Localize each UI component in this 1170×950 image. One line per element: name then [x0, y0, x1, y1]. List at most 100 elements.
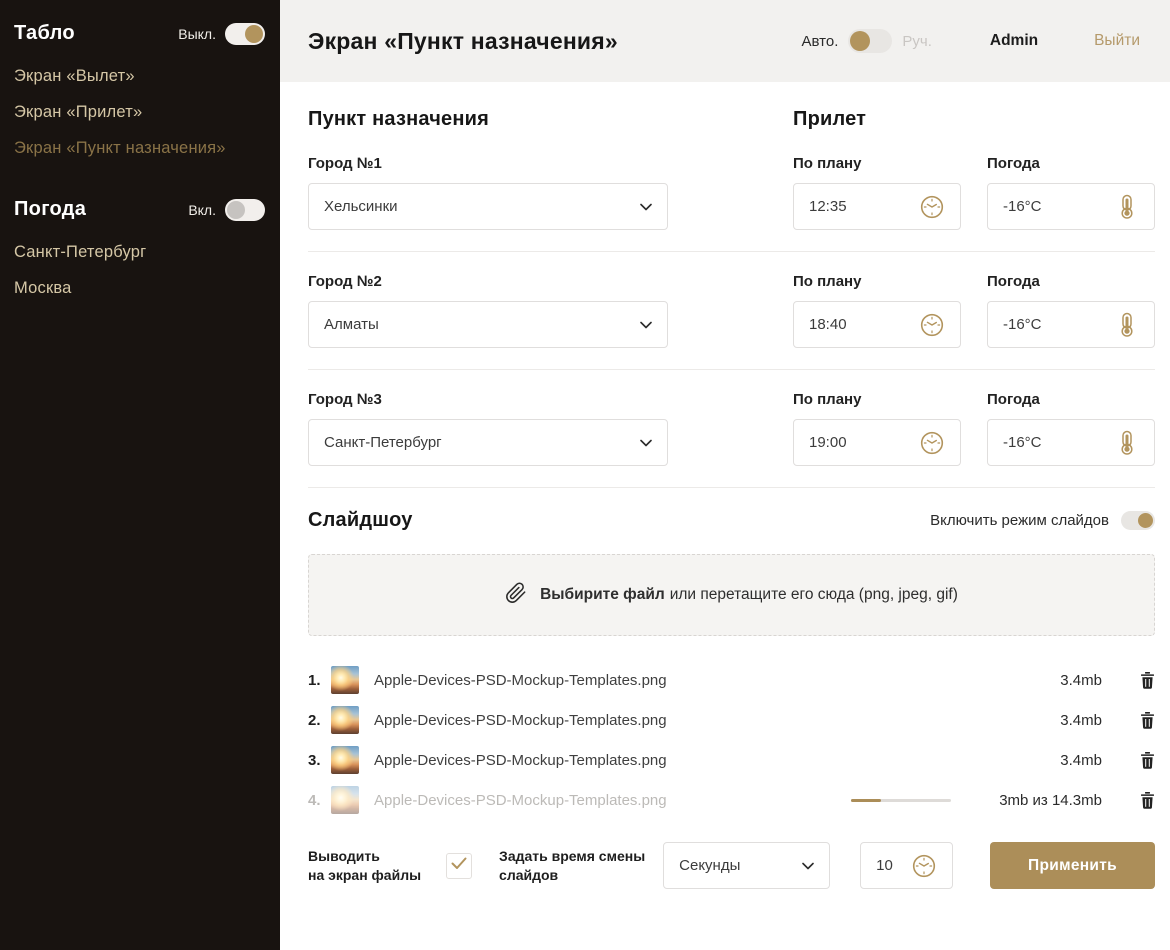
plan-1-label: По плану [793, 155, 961, 172]
plan-1-field [793, 183, 961, 230]
file-row: 2. Apple-Devices-PSD-Mockup-Templates.pn… [308, 700, 1155, 740]
file-size: 3.4mb [977, 672, 1102, 689]
mode-auto-label[interactable]: Авто. [802, 33, 839, 50]
upload-instruction: Выбирите файлили перетащите его сюда (pn… [540, 586, 958, 604]
plan-3-input[interactable] [809, 434, 919, 451]
board-section-title: Табло [14, 22, 75, 45]
slideshow-heading: Слайдшоу [308, 509, 413, 532]
upload-progress-fill [851, 799, 881, 802]
file-thumbnail [331, 706, 359, 734]
plan-3-label: По плану [793, 391, 961, 408]
chevron-down-icon [640, 439, 652, 447]
choose-file-link[interactable]: Выбирите файл [540, 586, 665, 603]
display-files-checkbox[interactable] [446, 853, 472, 879]
file-row: 1. Apple-Devices-PSD-Mockup-Templates.pn… [308, 660, 1155, 700]
destination-heading: Пункт назначения [308, 108, 668, 131]
plan-2-input[interactable] [809, 316, 919, 333]
divider [308, 487, 1155, 488]
mode-toggle[interactable] [848, 29, 892, 53]
file-number: 2. [308, 712, 331, 729]
main-area: Экран «Пункт назначения» Авто. Руч. Admi… [280, 0, 1170, 950]
file-number: 1. [308, 672, 331, 689]
display-files-label: Выводить на экран файлы [308, 847, 421, 885]
sidebar-section-board: Табло Выкл. Экран «Вылет» Экран «Прилет»… [14, 22, 265, 158]
file-dropzone[interactable]: Выбирите файлили перетащите его сюда (pn… [308, 554, 1155, 636]
interval-unit-value: Секунды [679, 857, 740, 874]
page-title: Экран «Пункт назначения» [308, 28, 618, 55]
weather-toggle[interactable] [225, 199, 265, 221]
chevron-down-icon [802, 862, 814, 870]
plan-3-field [793, 419, 961, 466]
toggle-knob [850, 31, 870, 51]
thermometer-icon [1115, 430, 1139, 456]
weather-2-field [987, 301, 1155, 348]
slideshow-toggle[interactable] [1121, 511, 1155, 530]
arrival-heading: Прилет [793, 108, 1155, 131]
thermometer-icon [1115, 312, 1139, 338]
file-name: Apple-Devices-PSD-Mockup-Templates.png [374, 752, 977, 769]
clock-icon [919, 312, 945, 338]
header: Экран «Пункт назначения» Авто. Руч. Admi… [280, 0, 1170, 82]
content: Пункт назначения Прилет Город №1 По план… [280, 82, 1170, 919]
app-window: Табло Выкл. Экран «Вылет» Экран «Прилет»… [0, 0, 1170, 950]
board-toggle-label: Выкл. [178, 26, 216, 42]
sidebar-item-destination-screen[interactable]: Экран «Пункт назначения» [14, 139, 265, 158]
trash-icon[interactable] [1140, 792, 1155, 809]
sidebar-item-saint-petersburg[interactable]: Санкт-Петербург [14, 243, 265, 262]
city-2-select[interactable]: Алматы [308, 301, 668, 348]
interval-unit-select[interactable]: Секунды [663, 842, 830, 889]
slideshow-controls: Выводить на экран файлы Задать время сме… [308, 842, 1155, 889]
trash-icon[interactable] [1140, 672, 1155, 689]
slide-interval-label: Задать время смены слайдов [499, 847, 645, 885]
clock-icon [911, 853, 937, 879]
plan-1-input[interactable] [809, 198, 919, 215]
file-row: 3. Apple-Devices-PSD-Mockup-Templates.pn… [308, 740, 1155, 780]
toggle-knob [227, 201, 245, 219]
file-name: Apple-Devices-PSD-Mockup-Templates.png [374, 672, 977, 689]
file-thumbnail [331, 786, 359, 814]
file-number: 3. [308, 752, 331, 769]
clock-icon [919, 194, 945, 220]
thermometer-icon [1115, 194, 1139, 220]
upload-progress-bar [851, 799, 951, 802]
chevron-down-icon [640, 321, 652, 329]
file-size: 3.4mb [977, 712, 1102, 729]
weather-1-input[interactable] [1003, 198, 1115, 215]
interval-value-field [860, 842, 953, 889]
weather-section-title: Погода [14, 198, 86, 221]
city-3-select[interactable]: Санкт-Петербург [308, 419, 668, 466]
weather-3-label: Погода [987, 391, 1155, 408]
city-2-label: Город №2 [308, 273, 668, 290]
slideshow-toggle-label: Включить режим слайдов [930, 512, 1109, 529]
file-thumbnail [331, 746, 359, 774]
city-1-value: Хельсинки [324, 198, 398, 215]
sidebar-section-weather: Погода Вкл. Санкт-Петербург Москва [14, 198, 265, 298]
chevron-down-icon [640, 203, 652, 211]
paperclip-icon [505, 582, 527, 609]
apply-button[interactable]: Применить [990, 842, 1155, 889]
city-1-select[interactable]: Хельсинки [308, 183, 668, 230]
file-number: 4. [308, 792, 331, 809]
weather-3-input[interactable] [1003, 434, 1115, 451]
weather-2-input[interactable] [1003, 316, 1115, 333]
trash-icon[interactable] [1140, 752, 1155, 769]
sidebar-item-arrival-screen[interactable]: Экран «Прилет» [14, 103, 265, 122]
upload-progress-text: 3mb из 14.3mb [977, 792, 1102, 809]
city-1-label: Город №1 [308, 155, 668, 172]
file-list: 1. Apple-Devices-PSD-Mockup-Templates.pn… [308, 660, 1155, 820]
interval-value-input[interactable] [876, 857, 911, 874]
weather-toggle-label: Вкл. [188, 202, 216, 218]
city-3-value: Санкт-Петербург [324, 434, 442, 451]
city-3-label: Город №3 [308, 391, 668, 408]
sidebar-item-moscow[interactable]: Москва [14, 279, 265, 298]
file-size: 3.4mb [977, 752, 1102, 769]
logout-link[interactable]: Выйти [1094, 32, 1140, 50]
board-toggle[interactable] [225, 23, 265, 45]
divider [308, 251, 1155, 252]
weather-1-field [987, 183, 1155, 230]
sidebar-item-departure-screen[interactable]: Экран «Вылет» [14, 67, 265, 86]
trash-icon[interactable] [1140, 712, 1155, 729]
mode-manual-label[interactable]: Руч. [902, 33, 932, 50]
checkmark-icon [451, 857, 467, 875]
weather-2-label: Погода [987, 273, 1155, 290]
